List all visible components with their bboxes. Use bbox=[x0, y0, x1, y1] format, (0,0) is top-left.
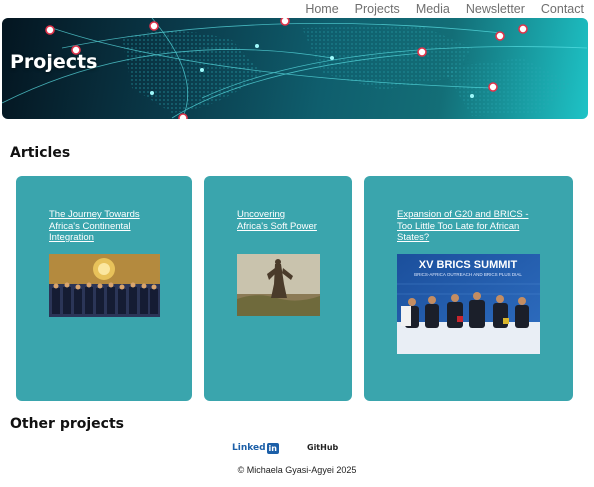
nav-home-link[interactable]: Home bbox=[305, 2, 338, 16]
github-link[interactable]: GitHub bbox=[307, 443, 338, 457]
linkedin-link[interactable]: Linked in bbox=[232, 441, 279, 455]
copyright-text: © Michaela Gyasi-Agyei 2025 bbox=[237, 465, 357, 475]
article-card[interactable]: The Journey Towards Africa's Continental… bbox=[16, 176, 192, 401]
brics-summit-photo: XV BRICS SUMMIT BRICS-AFRICA OUTREACH AN… bbox=[397, 254, 540, 354]
nav-projects-link[interactable]: Projects bbox=[355, 2, 400, 16]
other-projects-heading: Other projects bbox=[10, 416, 124, 432]
brics-banner-subtitle: BRICS-AFRICA OUTREACH AND BRICS PLUS DIA… bbox=[414, 272, 522, 277]
brics-banner-title: XV BRICS SUMMIT bbox=[419, 259, 518, 271]
summit-group-photo bbox=[49, 254, 160, 317]
linkedin-label: Linked bbox=[232, 443, 266, 453]
hero-banner: Projects bbox=[2, 18, 588, 119]
nav-media-link[interactable]: Media bbox=[416, 2, 450, 16]
article-card[interactable]: Expansion of G20 and BRICS - Too Little … bbox=[364, 176, 573, 401]
nav-newsletter-link[interactable]: Newsletter bbox=[466, 2, 525, 16]
page-title: Projects bbox=[10, 51, 98, 73]
articles-heading: Articles bbox=[10, 145, 71, 161]
article-card[interactable]: Uncovering Africa's Soft Power bbox=[204, 176, 352, 401]
monument-photo bbox=[237, 254, 320, 316]
linkedin-icon: in bbox=[266, 442, 279, 454]
article-link[interactable]: The Journey Towards Africa's Continental… bbox=[49, 209, 159, 244]
nav-contact-link[interactable]: Contact bbox=[541, 2, 584, 16]
article-link[interactable]: Expansion of G20 and BRICS - Too Little … bbox=[397, 209, 542, 244]
article-link[interactable]: Uncovering Africa's Soft Power bbox=[237, 209, 317, 232]
top-nav: Home Projects Media Newsletter Contact bbox=[305, 0, 584, 17]
